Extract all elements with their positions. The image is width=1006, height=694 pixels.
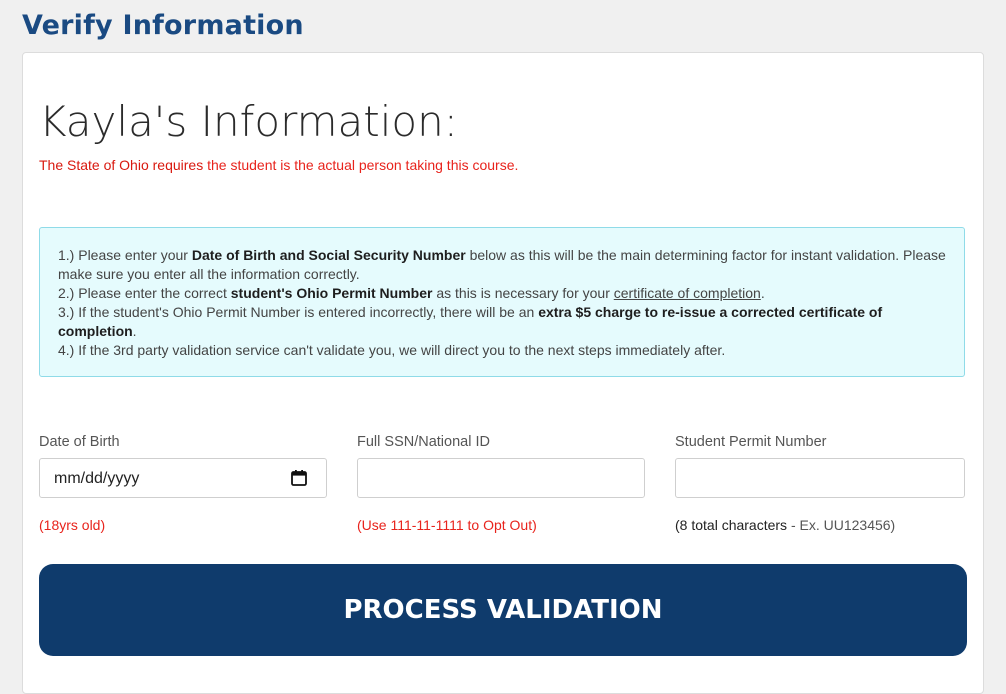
requirement-notice-text: the student is the actual person taking … xyxy=(203,157,519,173)
permit-hint: (8 total characters - Ex. UU123456) xyxy=(675,517,895,533)
ssn-hint: (Use 111-11-1111 to Opt Out) xyxy=(357,517,537,533)
student-info-heading: Kayla's Information: xyxy=(39,97,458,146)
requirement-notice: The State of Ohio requires the student i… xyxy=(39,157,518,173)
instructions-box: 1.) Please enter your Date of Birth and … xyxy=(39,227,965,377)
instruction-text: . xyxy=(760,285,765,301)
permit-hint-emphasis: (8 total characters xyxy=(675,517,788,533)
dob-label: Date of Birth xyxy=(39,434,120,450)
dob-hint: (18yrs old) xyxy=(39,517,106,533)
instruction-text: as this is necessary for your xyxy=(432,285,614,301)
instruction-emphasis: Date of Birth and Social Security Number xyxy=(191,247,466,263)
process-validation-button[interactable]: PROCESS VALIDATION xyxy=(39,564,967,656)
permit-label: Student Permit Number xyxy=(675,434,827,450)
instruction-text: 2.) Please enter the correct xyxy=(58,285,231,301)
permit-hint-text: - Ex. UU123456) xyxy=(787,517,896,533)
instruction-item-2: 2.) Please enter the correct student's O… xyxy=(58,284,946,303)
instruction-text: . xyxy=(132,323,137,339)
instruction-item-4: 4.) If the 3rd party validation service … xyxy=(58,342,726,358)
dob-value: mm/dd/yyyy xyxy=(54,470,140,487)
instruction-emphasis: student's Ohio Permit Number xyxy=(230,285,433,301)
requirement-notice-emphasis: The State of Ohio requires xyxy=(39,157,204,173)
page-title: Verify Information xyxy=(22,10,304,41)
instruction-item-3: 3.) If the student's Ohio Permit Number … xyxy=(58,303,946,341)
dob-input[interactable]: mm/dd/yyyy xyxy=(39,458,327,498)
instruction-text: 3.) If the student's Ohio Permit Number … xyxy=(58,304,539,320)
ssn-label: Full SSN/National ID xyxy=(357,434,490,450)
ssn-input[interactable] xyxy=(357,458,645,498)
instruction-item-1: 1.) Please enter your Date of Birth and … xyxy=(58,246,946,284)
permit-number-input[interactable] xyxy=(675,458,965,498)
certificate-link[interactable]: certificate of completion xyxy=(614,285,761,301)
calendar-icon[interactable] xyxy=(290,469,308,487)
instruction-text: 1.) Please enter your xyxy=(58,247,192,263)
verification-card: Kayla's Information: The State of Ohio r… xyxy=(22,52,984,694)
